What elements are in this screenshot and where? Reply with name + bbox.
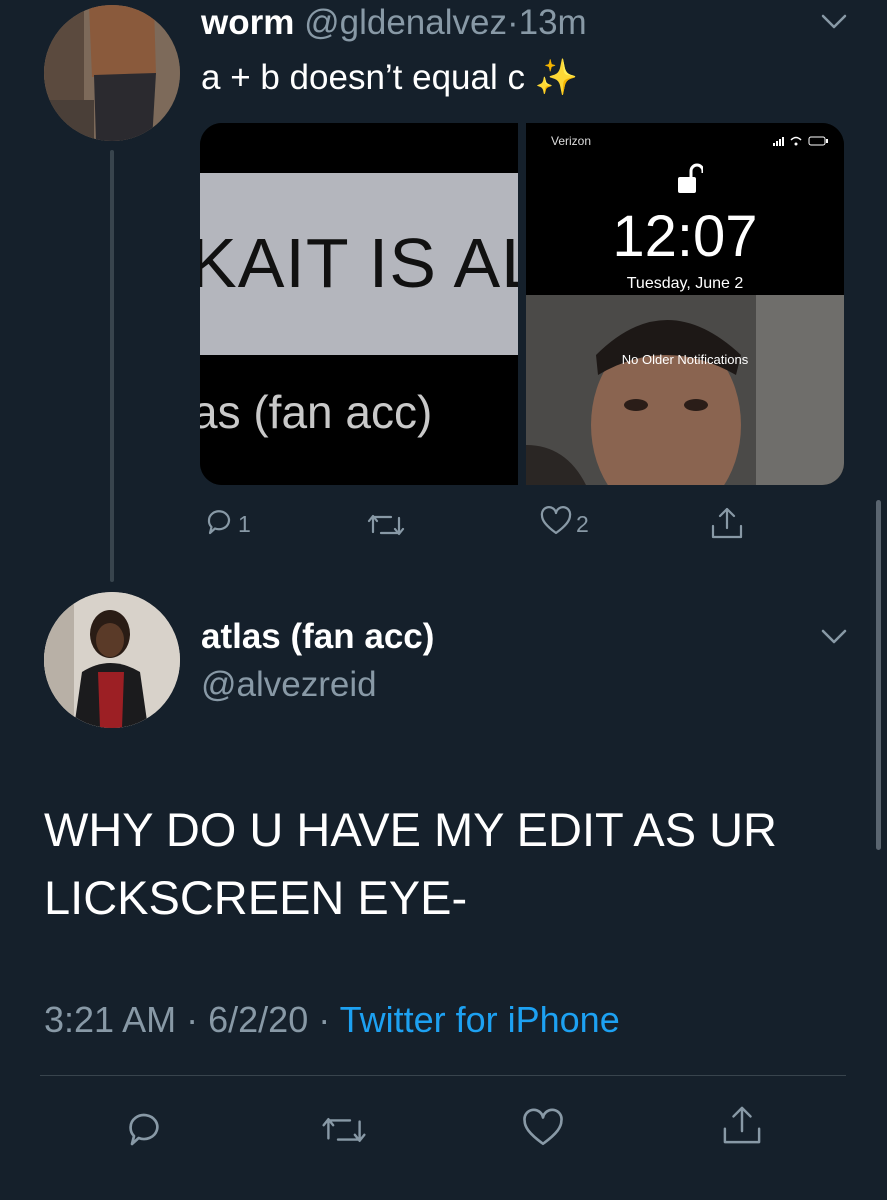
- tweet1-text: a + b doesn’t equal c ✨: [201, 57, 578, 98]
- tweet2-share-button[interactable]: [720, 1104, 764, 1146]
- status-bar-icons: [773, 136, 828, 146]
- media-gap: [518, 123, 526, 485]
- avatar-worm[interactable]: [44, 5, 180, 141]
- avatar-atlas[interactable]: [44, 592, 180, 728]
- media-image-left[interactable]: KAIT IS AL as (fan acc): [200, 123, 518, 485]
- tweet1-retweet-button[interactable]: [366, 510, 406, 540]
- tweet2-date[interactable]: 6/2/20: [208, 999, 308, 1040]
- sparkles-emoji-icon: ✨: [534, 58, 579, 97]
- tweet1-separator: ·: [506, 3, 519, 42]
- lockscreen-carrier: Verizon: [551, 134, 592, 148]
- tweet1-chevron-down-icon[interactable]: [820, 12, 848, 32]
- tweet1-time[interactable]: 13m: [519, 3, 587, 42]
- tweet1-display-name[interactable]: worm: [201, 3, 294, 42]
- retweet-icon: [322, 1118, 366, 1142]
- tweet2-meta-sep1: ·: [186, 999, 199, 1040]
- tweet2-like-button[interactable]: [522, 1108, 564, 1148]
- thread-connector: [110, 150, 114, 582]
- tweet2-display-name[interactable]: atlas (fan acc): [201, 617, 434, 657]
- reply-icon: [207, 510, 231, 535]
- tweet1-media-grid[interactable]: KAIT IS AL as (fan acc) Verizon 12:07 Tu…: [200, 123, 844, 485]
- share-icon: [711, 507, 743, 539]
- media-left-subtitle-text: as (fan acc): [200, 386, 433, 438]
- unlock-icon: [678, 163, 703, 193]
- lockscreen-clock: 12:07: [612, 204, 758, 269]
- lockscreen-date: Tuesday, June 2: [626, 275, 744, 292]
- retweet-icon: [367, 514, 405, 536]
- avatar-atlas-image: [44, 592, 180, 728]
- avatar-worm-image: [44, 5, 180, 141]
- tweet1-share-button[interactable]: [709, 506, 745, 540]
- tweet2-meta-sep2: ·: [318, 999, 331, 1040]
- lockscreen-notice: No Older Notifications: [621, 352, 749, 367]
- heart-icon: [540, 506, 572, 535]
- tweet2-time[interactable]: 3:21 AM: [44, 999, 176, 1040]
- media-left-banner-text: KAIT IS AL: [200, 224, 518, 302]
- reply-icon: [129, 1113, 159, 1146]
- tweet1-handle[interactable]: @gldenalvez: [304, 3, 507, 42]
- media-image-right[interactable]: Verizon 12:07 Tuesday, June 2 No Older N…: [526, 123, 844, 485]
- tweet2-text-line1: WHY DO U HAVE MY EDIT AS UR: [44, 803, 777, 856]
- tweet2-source-link[interactable]: Twitter for iPhone: [340, 999, 620, 1040]
- tweet1-reply-count: 1: [238, 511, 251, 537]
- tweet2-handle[interactable]: @alvezreid: [201, 665, 377, 705]
- tweet1-text-body: a + b doesn’t equal c: [201, 58, 525, 97]
- heart-icon: [523, 1108, 563, 1146]
- tweet2-text: WHY DO U HAVE MY EDIT AS UR LICKSCREEN E…: [44, 796, 777, 932]
- tweet2-meta: 3:21 AM · 6/2/20 · Twitter for iPhone: [44, 999, 620, 1041]
- lockscreen-wallpaper-photo: [526, 295, 844, 485]
- tweet2-chevron-down-icon[interactable]: [820, 627, 848, 647]
- scrollbar[interactable]: [876, 500, 881, 850]
- share-icon: [723, 1106, 761, 1144]
- tweet1-header: worm @gldenalvez·13m: [201, 3, 587, 43]
- tweet2-text-line2: LICKSCREEN EYE-: [44, 871, 468, 924]
- tweet1-reply-button[interactable]: 1: [204, 506, 251, 536]
- tweet1-like-count: 2: [576, 511, 589, 537]
- tweet2-retweet-button[interactable]: [320, 1112, 368, 1148]
- tweet2-reply-button[interactable]: [124, 1108, 164, 1148]
- tweet2-divider: [40, 1075, 846, 1076]
- tweet1-like-button[interactable]: 2: [540, 506, 589, 536]
